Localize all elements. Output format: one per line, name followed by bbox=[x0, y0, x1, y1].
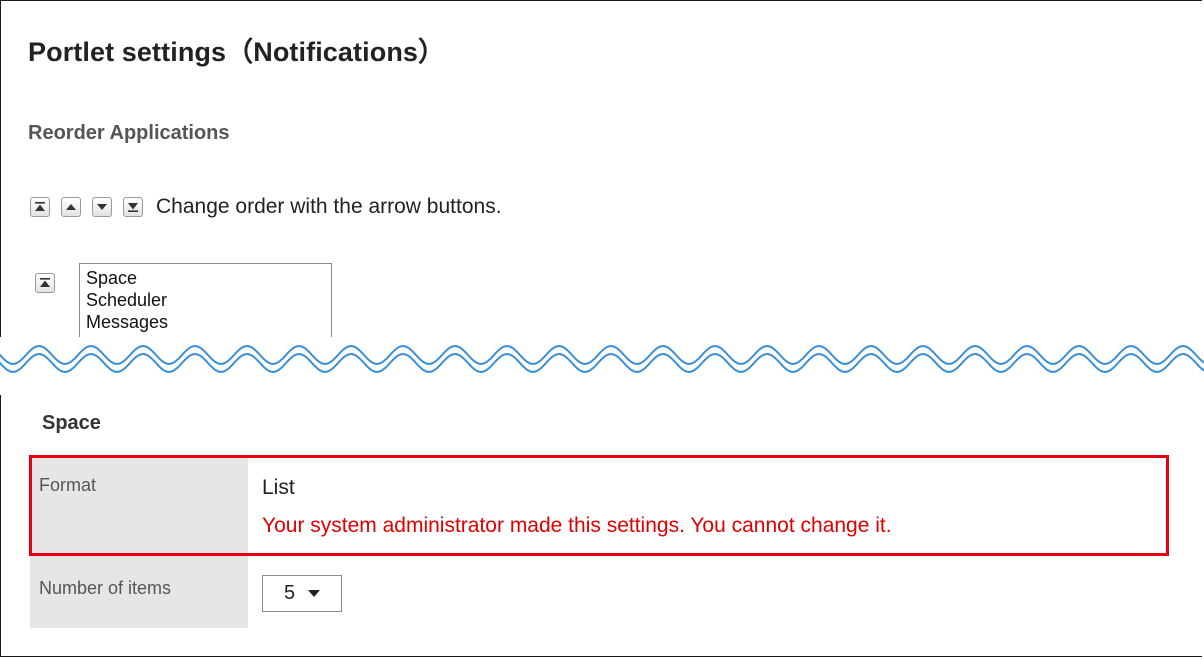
number-of-items-value: 5 bbox=[284, 582, 296, 604]
reorder-toolbar: Change order with the arrow buttons. bbox=[30, 193, 502, 221]
move-up-icon bbox=[66, 204, 76, 210]
reorder-hint: Change order with the arrow buttons. bbox=[156, 195, 502, 218]
move-up-button[interactable] bbox=[61, 197, 81, 217]
number-of-items-label: Number of items bbox=[30, 556, 248, 628]
move-to-bottom-button[interactable] bbox=[123, 197, 143, 217]
move-to-top-icon bbox=[40, 278, 50, 287]
highlight-box bbox=[29, 455, 1169, 556]
move-to-top-button-side[interactable] bbox=[35, 273, 55, 293]
list-item[interactable]: Messages bbox=[86, 311, 325, 333]
omission-wave-divider bbox=[0, 337, 1204, 395]
wave-divider-icon bbox=[0, 345, 1204, 373]
reorder-section-title: Reorder Applications bbox=[28, 122, 230, 144]
chevron-down-icon bbox=[308, 590, 321, 597]
move-to-bottom-icon bbox=[128, 203, 138, 212]
number-of-items-select[interactable]: 5 bbox=[262, 575, 342, 612]
list-item[interactable]: Scheduler bbox=[86, 289, 325, 311]
list-item[interactable]: Space bbox=[86, 267, 325, 289]
space-section-title: Space bbox=[42, 412, 101, 434]
move-down-button[interactable] bbox=[92, 197, 112, 217]
move-to-top-icon bbox=[35, 202, 45, 211]
move-down-icon bbox=[97, 204, 107, 210]
move-to-top-button[interactable] bbox=[30, 197, 50, 217]
page-title: Portlet settings（Notifications） bbox=[28, 37, 446, 67]
